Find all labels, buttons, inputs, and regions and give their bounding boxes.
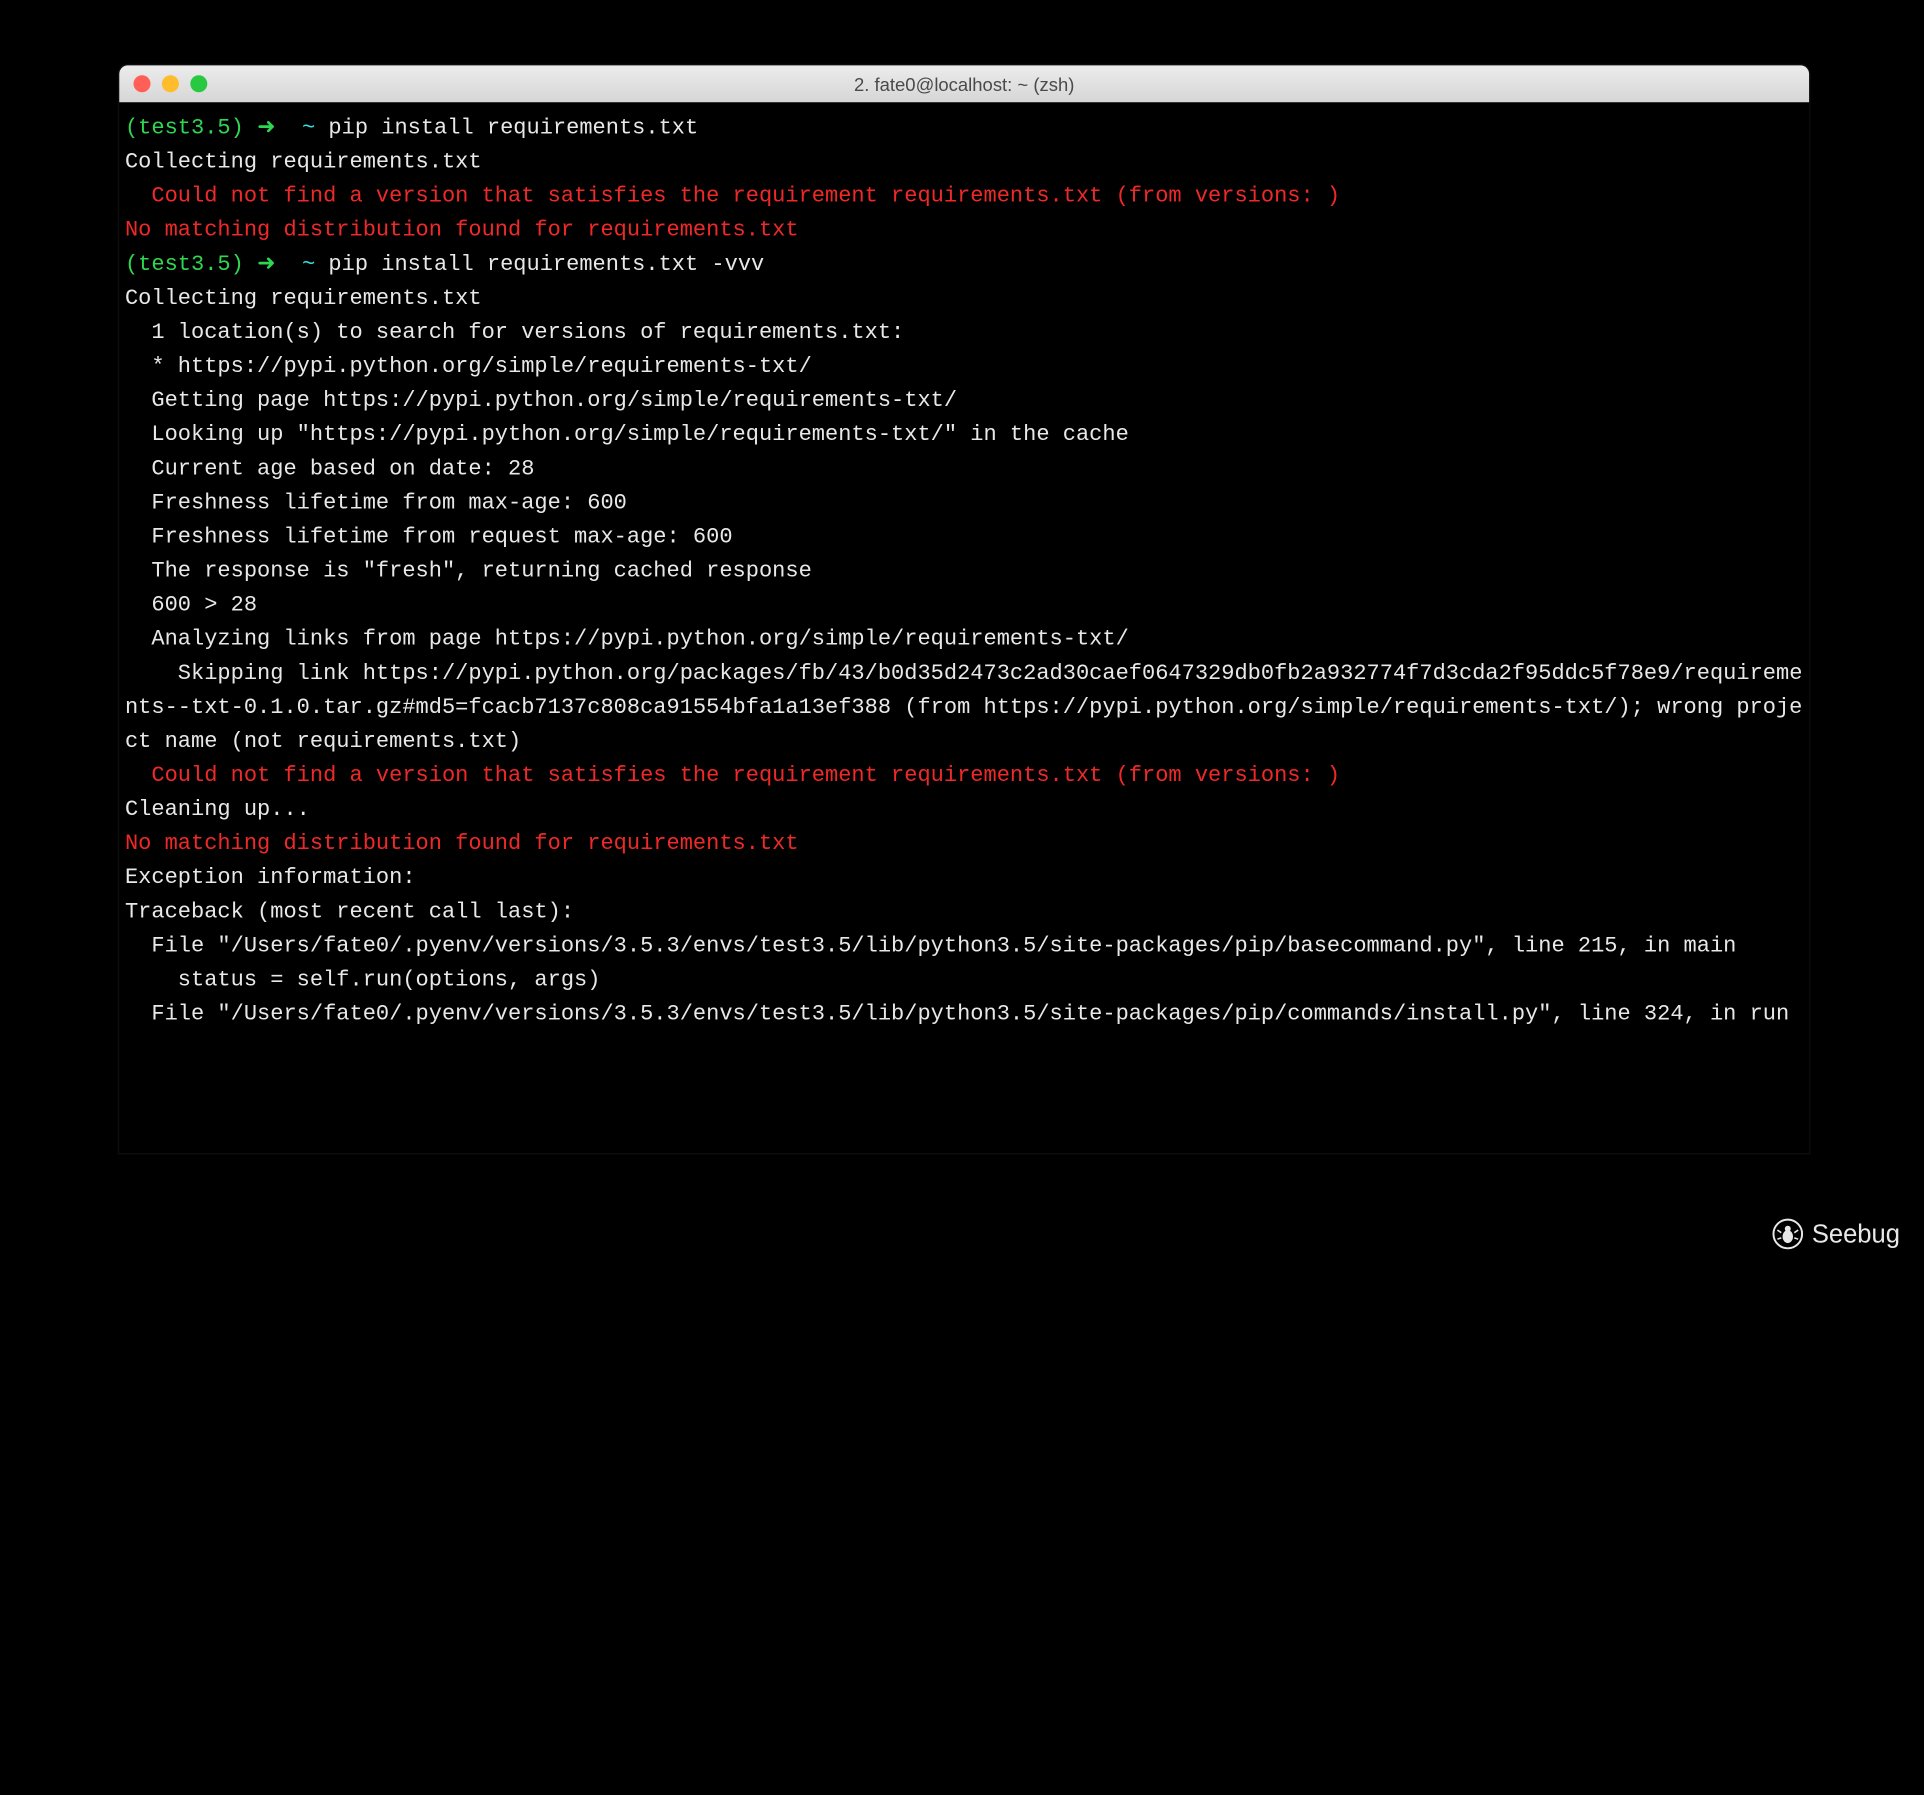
output-line: status = self.run(options, args) xyxy=(125,963,1803,997)
output-line: Looking up "https://pypi.python.org/simp… xyxy=(125,418,1803,452)
window-titlebar: 2. fate0@localhost: ~ (zsh) xyxy=(119,65,1809,102)
zoom-icon[interactable] xyxy=(190,75,207,92)
output-line: Freshness lifetime from max-age: 600 xyxy=(125,486,1803,520)
cwd-label: ~ xyxy=(302,115,315,141)
prompt-line: (test3.5) ➜ ~ pip install requirements.t… xyxy=(125,247,1803,281)
output-line: 1 location(s) to search for versions of … xyxy=(125,315,1803,349)
output-error-line: No matching distribution found for requi… xyxy=(125,827,1803,861)
cwd-label: ~ xyxy=(302,251,315,277)
prompt-line: (test3.5) ➜ ~ pip install requirements.t… xyxy=(125,111,1803,145)
terminal-window: 2. fate0@localhost: ~ (zsh) (test3.5) ➜ … xyxy=(119,65,1809,1153)
output-line: Traceback (most recent call last): xyxy=(125,895,1803,929)
output-line: Analyzing links from page https://pypi.p… xyxy=(125,622,1803,656)
output-line: Skipping link https://pypi.python.org/pa… xyxy=(125,656,1803,758)
output-line: Getting page https://pypi.python.org/sim… xyxy=(125,384,1803,418)
output-line: Freshness lifetime from request max-age:… xyxy=(125,520,1803,554)
output-line: * https://pypi.python.org/simple/require… xyxy=(125,349,1803,383)
output-line: Collecting requirements.txt xyxy=(125,281,1803,315)
venv-label: (test3.5) xyxy=(125,251,244,277)
output-line: Current age based on date: 28 xyxy=(125,452,1803,486)
prompt-arrow-icon: ➜ xyxy=(257,115,275,141)
bug-icon xyxy=(1772,1218,1803,1249)
output-error-line: Could not find a version that satisfies … xyxy=(125,759,1803,793)
window-title: 2. fate0@localhost: ~ (zsh) xyxy=(119,73,1809,94)
prompt-arrow-icon: ➜ xyxy=(257,251,275,277)
output-line: Cleaning up... xyxy=(125,793,1803,827)
output-line: 600 > 28 xyxy=(125,588,1803,622)
watermark: Seebug xyxy=(1772,1218,1900,1249)
command-text: pip install requirements.txt -vvv xyxy=(328,251,764,277)
output-error-line: No matching distribution found for requi… xyxy=(125,213,1803,247)
output-line: Collecting requirements.txt xyxy=(125,145,1803,179)
venv-label: (test3.5) xyxy=(125,115,244,141)
output-line: File "/Users/fate0/.pyenv/versions/3.5.3… xyxy=(125,997,1803,1031)
output-error-line: Could not find a version that satisfies … xyxy=(125,179,1803,213)
terminal-output[interactable]: (test3.5) ➜ ~ pip install requirements.t… xyxy=(119,102,1809,1153)
traffic-lights xyxy=(133,75,207,92)
watermark-text: Seebug xyxy=(1812,1219,1900,1249)
output-line: Exception information: xyxy=(125,861,1803,895)
minimize-icon[interactable] xyxy=(162,75,179,92)
close-icon[interactable] xyxy=(133,75,150,92)
output-line: File "/Users/fate0/.pyenv/versions/3.5.3… xyxy=(125,929,1803,963)
command-text: pip install requirements.txt xyxy=(328,115,698,141)
output-line: The response is "fresh", returning cache… xyxy=(125,554,1803,588)
